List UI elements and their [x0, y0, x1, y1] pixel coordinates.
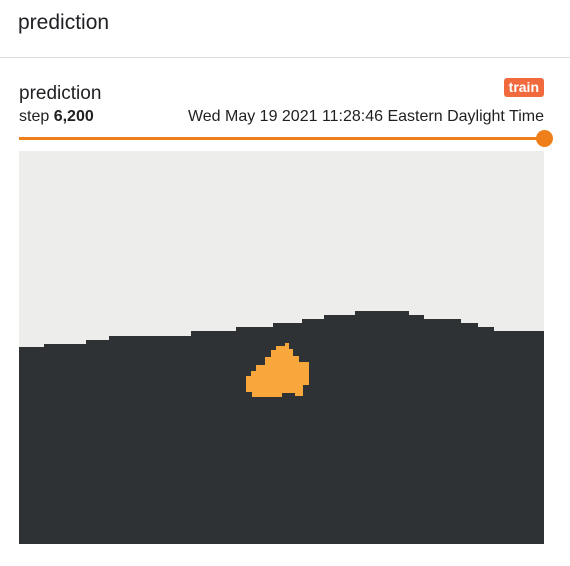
slider-track[interactable]: [19, 137, 544, 140]
step-slider[interactable]: [19, 130, 553, 148]
run-badge: train: [503, 78, 544, 97]
timestamp: Wed May 19 2021 11:28:46 Eastern Dayligh…: [187, 108, 544, 125]
step-value: 6,200: [53, 108, 94, 125]
ground-region: [19, 311, 544, 544]
prediction-image-canvas: [19, 151, 544, 544]
prediction-image: [19, 151, 544, 544]
slider-thumb[interactable]: [536, 130, 553, 147]
page-title: prediction: [18, 11, 110, 34]
page: prediction prediction train step 6,200 W…: [0, 0, 570, 566]
card-title: prediction: [19, 83, 102, 104]
step-label: step: [19, 108, 50, 125]
image-card: prediction train step 6,200 Wed May 19 2…: [0, 58, 570, 566]
slider-fill: [19, 137, 544, 140]
step-row: step 6,200: [19, 107, 94, 127]
